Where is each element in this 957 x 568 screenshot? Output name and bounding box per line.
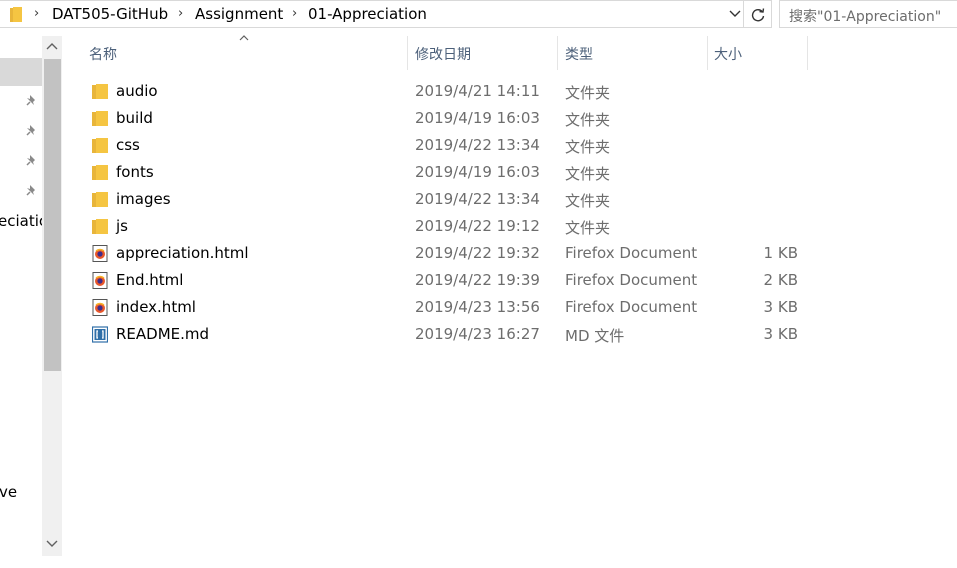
file-name: End.html: [116, 271, 184, 289]
file-date: 2019/4/22 13:34: [415, 190, 540, 208]
pin-icon[interactable]: [26, 94, 38, 108]
folder-icon: [92, 138, 108, 153]
file-date: 2019/4/22 13:34: [415, 136, 540, 154]
folder-icon: [92, 219, 108, 234]
file-type: Firefox Document: [565, 244, 698, 262]
file-size: 3 KB: [763, 325, 798, 343]
file-type: 文件夹: [565, 111, 611, 129]
chevron-right-icon[interactable]: ›: [178, 6, 183, 21]
column-header-label: 名称: [89, 47, 117, 63]
file-name: build: [116, 109, 153, 127]
address-bar[interactable]: › DAT505-GitHub › Assignment › 01-Apprec…: [0, 0, 744, 28]
file-date: 2019/4/19 16:03: [415, 163, 540, 181]
file-name: README.md: [116, 325, 210, 343]
file-name: js: [116, 217, 128, 235]
refresh-button[interactable]: [744, 0, 772, 28]
breadcrumb-item[interactable]: 01-Appreciation: [308, 5, 427, 23]
search-box[interactable]: 搜索"01-Appreciation": [779, 0, 957, 28]
nav-scrollbar[interactable]: [42, 36, 62, 556]
file-date: 2019/4/22 19:12: [415, 217, 540, 235]
file-name: images: [116, 190, 171, 208]
file-name: index.html: [116, 298, 196, 316]
file-name: fonts: [116, 163, 154, 181]
column-header-size[interactable]: 大小: [708, 36, 808, 70]
file-type: 文件夹: [565, 138, 611, 156]
file-type: Firefox Document: [565, 271, 698, 289]
firefox-document-icon: [92, 245, 108, 262]
column-header-date[interactable]: 修改日期: [408, 36, 558, 70]
pin-icon[interactable]: [26, 124, 38, 138]
nav-selected-item[interactable]: [0, 58, 42, 86]
file-row[interactable]: index.html 2019/4/23 13:56 Firefox Docum…: [86, 294, 814, 321]
refresh-icon: [751, 8, 765, 22]
file-row[interactable]: css 2019/4/22 13:34 文件夹: [86, 132, 814, 159]
chevron-right-icon[interactable]: ›: [292, 6, 297, 21]
file-date: 2019/4/23 16:27: [415, 325, 540, 343]
file-size: 3 KB: [763, 298, 798, 316]
nav-item-label[interactable]: ve: [0, 483, 17, 501]
file-date: 2019/4/23 13:56: [415, 298, 540, 316]
file-row[interactable]: README.md 2019/4/23 16:27 MD 文件 3 KB: [86, 321, 814, 348]
file-row[interactable]: images 2019/4/22 13:34 文件夹: [86, 186, 814, 213]
navigation-pane: eciatic ve: [0, 28, 42, 568]
column-header-type[interactable]: 类型: [558, 36, 708, 70]
file-row[interactable]: appreciation.html 2019/4/22 19:32 Firefo…: [86, 240, 814, 267]
breadcrumb-item[interactable]: Assignment: [195, 5, 283, 23]
file-row[interactable]: build 2019/4/19 16:03 文件夹: [86, 105, 814, 132]
folder-icon: [92, 165, 108, 180]
file-type: 文件夹: [565, 84, 611, 102]
chevron-down-icon[interactable]: [727, 6, 743, 22]
column-header-label: 修改日期: [415, 47, 471, 63]
file-type: Firefox Document: [565, 298, 698, 316]
folder-icon: [92, 84, 108, 99]
scroll-up-arrow-icon[interactable]: [45, 40, 59, 52]
file-row[interactable]: js 2019/4/22 19:12 文件夹: [86, 213, 814, 240]
column-header-label: 类型: [565, 47, 593, 63]
file-type: MD 文件: [565, 327, 625, 345]
file-date: 2019/4/21 14:11: [415, 82, 540, 100]
file-name: css: [116, 136, 140, 154]
column-header-name[interactable]: 名称: [62, 36, 408, 70]
firefox-document-icon: [92, 299, 108, 316]
file-name: audio: [116, 82, 158, 100]
column-header-row: 名称 修改日期 类型 大小: [62, 36, 957, 70]
md-file-icon: [92, 326, 108, 343]
column-divider[interactable]: [807, 36, 808, 70]
file-type: 文件夹: [565, 165, 611, 183]
file-row[interactable]: fonts 2019/4/19 16:03 文件夹: [86, 159, 814, 186]
column-header-label: 大小: [714, 47, 742, 63]
nav-item-label[interactable]: eciatic: [0, 212, 42, 230]
file-date: 2019/4/19 16:03: [415, 109, 540, 127]
chevron-right-icon[interactable]: ›: [34, 6, 39, 21]
file-name: appreciation.html: [116, 244, 249, 262]
file-row[interactable]: audio 2019/4/21 14:11 文件夹: [86, 78, 814, 105]
file-size: 1 KB: [763, 244, 798, 262]
folder-icon: [92, 111, 108, 126]
file-type: 文件夹: [565, 192, 611, 210]
scroll-down-arrow-icon[interactable]: [45, 538, 59, 550]
file-date: 2019/4/22 19:39: [415, 271, 540, 289]
folder-icon: [92, 192, 108, 207]
search-placeholder: 搜索"01-Appreciation": [789, 9, 942, 25]
folder-icon: [10, 7, 22, 22]
scrollbar-thumb[interactable]: [44, 59, 61, 371]
file-size: 2 KB: [763, 271, 798, 289]
firefox-document-icon: [92, 272, 108, 289]
pin-icon[interactable]: [26, 154, 38, 168]
pin-icon[interactable]: [26, 184, 38, 198]
file-date: 2019/4/22 19:32: [415, 244, 540, 262]
file-row[interactable]: End.html 2019/4/22 19:39 Firefox Documen…: [86, 267, 814, 294]
sort-ascending-icon: [239, 35, 249, 41]
breadcrumb-item[interactable]: DAT505-GitHub: [52, 5, 168, 23]
file-type: 文件夹: [565, 219, 611, 237]
